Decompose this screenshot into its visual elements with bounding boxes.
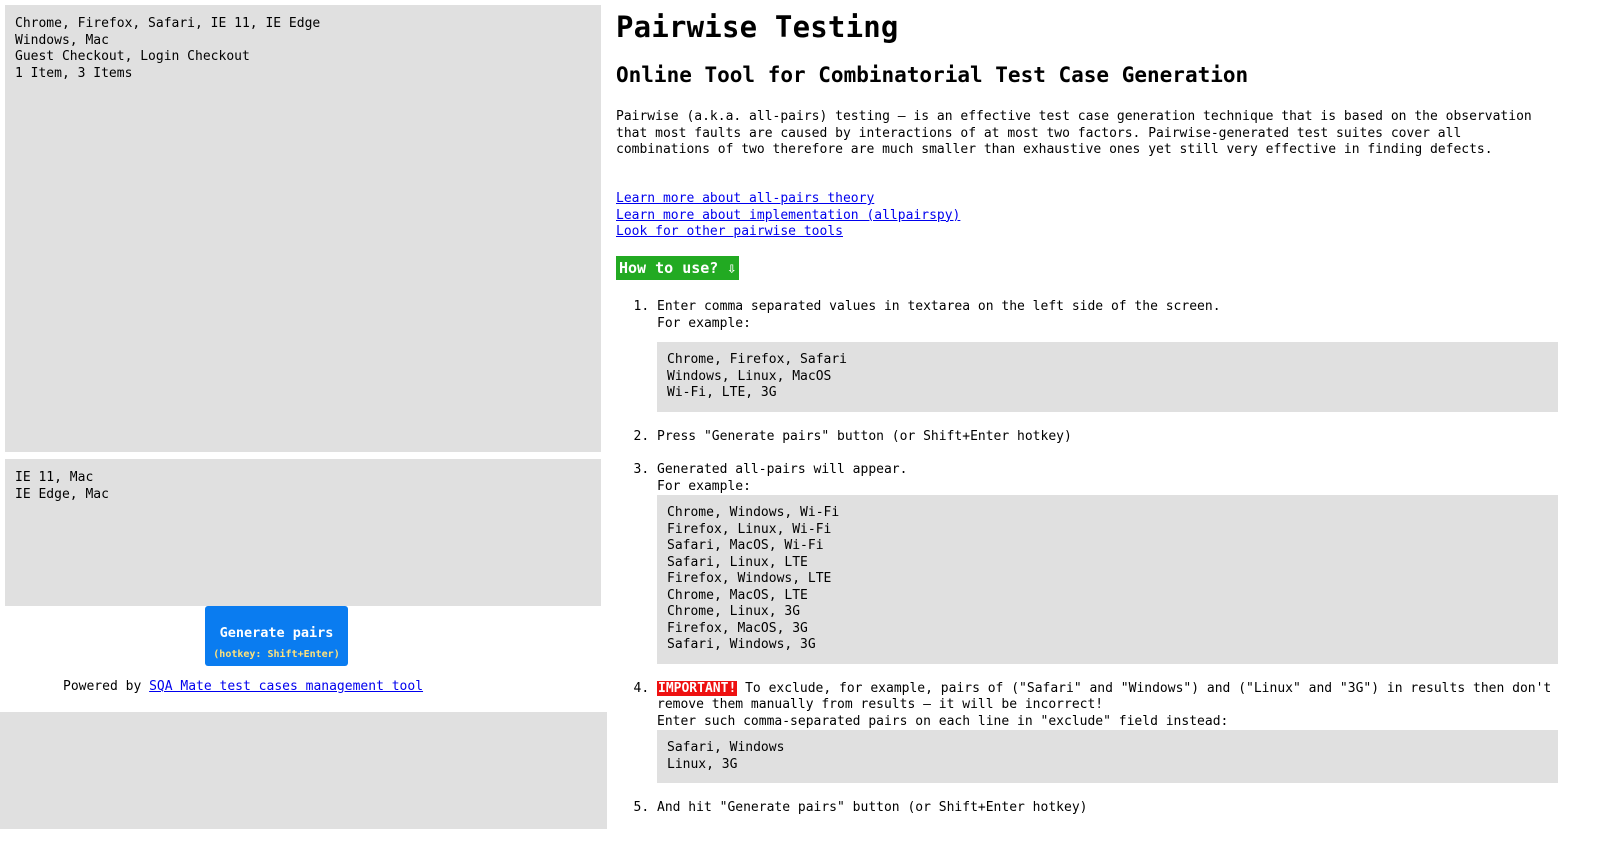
step-4: IMPORTANT! To exclude, for example, pair… [657,680,1558,783]
page-title: Pairwise Testing [616,10,899,44]
generate-pairs-hotkey: (hotkey: Shift+Enter) [213,648,340,660]
step-4-text: To exclude, for example, pairs of ("Safa… [657,680,1552,713]
generate-pairs-label: Generate pairs [219,624,334,641]
generate-pairs-button[interactable]: Generate pairs (hotkey: Shift+Enter) [205,606,348,666]
how-to-steps: Enter comma separated values in textarea… [616,299,1558,834]
how-to-use-toggle[interactable]: How to use? ⇩ [616,256,740,280]
sqa-mate-link[interactable]: SQA Mate test cases management tool [149,679,423,694]
results-output-area[interactable] [0,712,607,829]
page-subtitle: Online Tool for Combinatorial Test Case … [616,63,1249,87]
step-5: And hit "Generate pairs" button (or Shif… [657,800,1558,817]
step-2-text: Press "Generate pairs" button (or Shift+… [657,428,1072,444]
other-tools-link[interactable]: Look for other pairwise tools [616,224,960,241]
step-5-text: And hit "Generate pairs" button (or Shif… [657,800,1088,815]
parameters-textarea[interactable]: Chrome, Firefox, Safari, IE 11, IE Edge … [5,5,601,452]
step-3-example-label: For example: [657,478,751,494]
step-1-example-label: For example: [657,315,751,331]
powered-by: Powered by SQA Mate test cases managemen… [63,679,423,694]
step-3-text: Generated all-pairs will appear. [657,462,908,477]
implementation-link[interactable]: Learn more about implementation (allpair… [616,208,960,225]
learn-more-links: Learn more about all-pairs theory Learn … [616,191,960,241]
left-panel: Chrome, Firefox, Safari, IE 11, IE Edge … [0,0,610,845]
step-3-example: Chrome, Windows, Wi-Fi Firefox, Linux, W… [657,495,1558,664]
step-3: Generated all-pairs will appear. For exa… [657,462,1558,664]
step-1-text: Enter comma separated values in textarea… [657,299,1221,314]
step-4-example: Safari, Windows Linux, 3G [657,730,1558,783]
step-1-example: Chrome, Firefox, Safari Windows, Linux, … [657,342,1558,412]
step-2: Press "Generate pairs" button (or Shift+… [657,429,1558,446]
intro-paragraph: Pairwise (a.k.a. all-pairs) testing — is… [616,109,1532,157]
step-1: Enter comma separated values in textarea… [657,299,1558,412]
exclude-textarea[interactable]: IE 11, Mac IE Edge, Mac [5,459,601,606]
important-badge: IMPORTANT! [657,680,738,696]
powered-by-prefix: Powered by [63,679,150,694]
all-pairs-theory-link[interactable]: Learn more about all-pairs theory [616,191,960,208]
step-4-instruction: Enter such comma-separated pairs on each… [657,713,1229,729]
